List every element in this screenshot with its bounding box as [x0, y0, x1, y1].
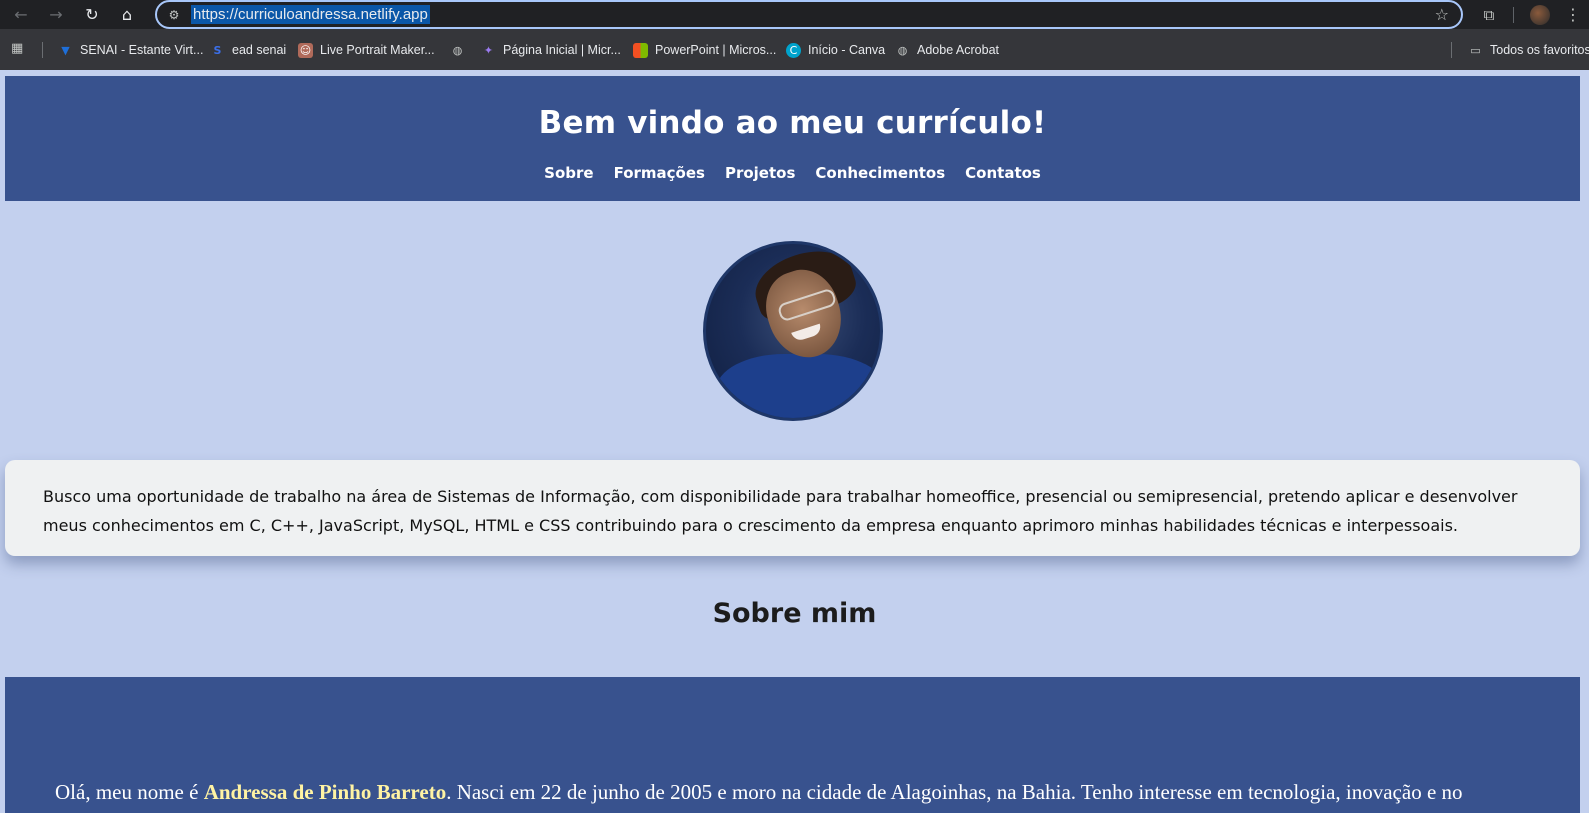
- bookmark-label: PowerPoint | Micros...: [655, 43, 777, 57]
- reload-icon[interactable]: ↻: [81, 4, 103, 26]
- folder-icon: ▭: [1470, 43, 1481, 57]
- bookmarks-bar: ▦ ▼ SENAI - Estante Virt... S ead senai …: [0, 29, 1589, 70]
- bookmark-canva[interactable]: C Início - Canva: [786, 41, 885, 59]
- bookmark-label: Início - Canva: [808, 43, 886, 57]
- apps-grid-icon[interactable]: ▦: [11, 41, 27, 57]
- nav-link-sobre[interactable]: Sobre: [544, 164, 593, 182]
- nav-link-formacoes[interactable]: Formações: [614, 164, 705, 182]
- copilot-icon: ✦: [483, 43, 494, 57]
- profile-photo: [703, 241, 883, 421]
- about-intro: Olá, meu nome é: [55, 780, 204, 804]
- nav-link-conhecimentos[interactable]: Conhecimentos: [815, 164, 945, 182]
- canva-icon: C: [786, 42, 801, 58]
- about-rest: . Nasci em 22 de junho de 2005 e moro na…: [446, 780, 1463, 804]
- address-bar[interactable]: ⚙ https://curriculoandressa.netlify.app …: [155, 0, 1463, 29]
- page-title: Bem vindo ao meu currículo!: [538, 105, 1047, 141]
- bookmark-label: SENAI - Estante Virt...: [80, 43, 204, 57]
- all-bookmarks-label: Todos os favoritos: [1490, 43, 1589, 57]
- bookmarks-divider: [42, 42, 43, 58]
- bookmark-label: Adobe Acrobat: [917, 43, 1000, 57]
- microsoft-icon: [633, 42, 648, 58]
- site-header: Bem vindo ao meu currículo! Sobre Formaç…: [5, 76, 1580, 201]
- bookmark-label: ead senai: [232, 43, 287, 57]
- back-arrow-icon[interactable]: ←: [10, 4, 32, 26]
- home-icon[interactable]: ⌂: [116, 4, 138, 26]
- about-section: Olá, meu nome é Andressa de Pinho Barret…: [5, 677, 1580, 813]
- bookmark-powerpoint[interactable]: PowerPoint | Micros...: [633, 41, 776, 59]
- bookmark-star-icon[interactable]: ☆: [1435, 5, 1449, 25]
- site-info-icon[interactable]: ⚙: [165, 6, 183, 24]
- all-bookmarks-folder[interactable]: ▭ Todos os favoritos: [1468, 41, 1589, 59]
- profile-avatar[interactable]: [1530, 5, 1550, 25]
- url-text[interactable]: https://curriculoandressa.netlify.app: [191, 5, 430, 24]
- bookmark-senai[interactable]: ▼ SENAI - Estante Virt...: [58, 41, 203, 59]
- bookmark-microsoft-home[interactable]: ✦ Página Inicial | Micr...: [481, 41, 621, 59]
- bookmark-label: Página Inicial | Micr...: [503, 43, 621, 57]
- about-name-highlight: Andressa de Pinho Barreto: [203, 780, 447, 804]
- section-title-about: Sobre mim: [712, 598, 877, 629]
- toolbar-divider: [1513, 7, 1514, 23]
- globe-icon: ◍: [452, 43, 463, 57]
- ead-senai-icon: S: [213, 43, 222, 57]
- about-text: Olá, meu nome é Andressa de Pinho Barret…: [55, 777, 1555, 807]
- objective-text: Busco uma oportunidade de trabalho na ár…: [43, 487, 1518, 535]
- extensions-icon[interactable]: ⧉: [1478, 4, 1500, 26]
- senai-icon: ▼: [61, 43, 70, 57]
- photo-shirt: [716, 354, 880, 418]
- forward-arrow-icon[interactable]: →: [45, 4, 67, 26]
- bookmark-label: Live Portrait Maker...: [320, 43, 435, 57]
- bookmark-adobe-acrobat[interactable]: ◍ Adobe Acrobat: [895, 41, 999, 59]
- bookmark-ead-senai[interactable]: S ead senai: [210, 41, 287, 59]
- page-viewport: Bem vindo ao meu currículo! Sobre Formaç…: [0, 70, 1589, 813]
- browser-toolbar: ← → ↻ ⌂ ⚙ https://curriculoandressa.netl…: [0, 0, 1589, 29]
- nav-link-projetos[interactable]: Projetos: [725, 164, 795, 182]
- bookmark-live-portrait[interactable]: ☺ Live Portrait Maker...: [298, 41, 435, 59]
- bookmarks-divider: [1451, 42, 1452, 58]
- kebab-menu-icon[interactable]: ⋮: [1565, 4, 1581, 26]
- portrait-icon: ☺: [298, 42, 313, 58]
- globe-icon: ◍: [897, 43, 908, 57]
- bookmark-globe[interactable]: ◍: [450, 41, 465, 59]
- nav-link-contatos[interactable]: Contatos: [965, 164, 1041, 182]
- objective-card: Busco uma oportunidade de trabalho na ár…: [5, 460, 1580, 556]
- site-nav: Sobre Formações Projetos Conhecimentos C…: [5, 164, 1580, 182]
